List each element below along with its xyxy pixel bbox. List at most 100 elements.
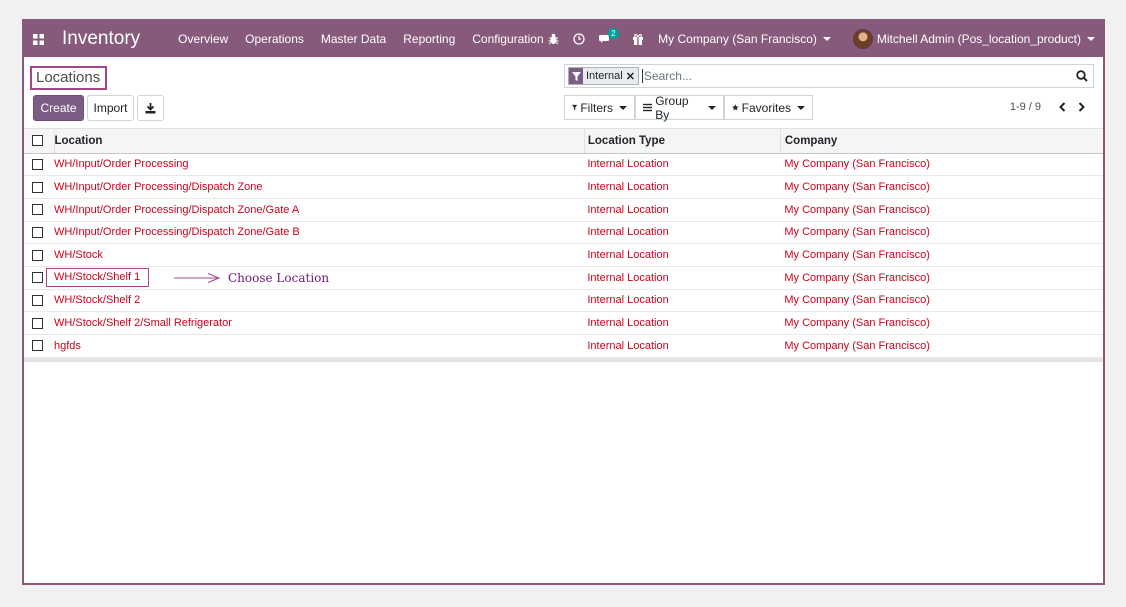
row-select-cell bbox=[24, 175, 54, 199]
company-cell[interactable]: My Company (San Francisco) bbox=[780, 221, 1103, 245]
table-row[interactable]: WH/Input/Order Processing Internal Locat… bbox=[24, 153, 1103, 177]
table-row[interactable]: WH/Input/Order Processing/Dispatch Zone/… bbox=[24, 198, 1103, 222]
create-button[interactable]: Create bbox=[33, 95, 84, 121]
type-cell[interactable]: Internal Location bbox=[584, 334, 781, 358]
chevron-down-icon bbox=[619, 105, 627, 110]
company-cell[interactable]: My Company (San Francisco) bbox=[780, 266, 1103, 290]
location-cell[interactable]: WH/Stock bbox=[54, 243, 585, 267]
type-cell[interactable]: Internal Location bbox=[584, 198, 781, 222]
type-cell[interactable]: Internal Location bbox=[584, 153, 781, 177]
company-cell[interactable]: My Company (San Francisco) bbox=[780, 153, 1103, 177]
search-icon[interactable] bbox=[1076, 69, 1088, 87]
company-cell[interactable]: My Company (San Francisco) bbox=[780, 289, 1103, 313]
favorites-label: Favorites bbox=[741, 100, 791, 115]
menu-configuration[interactable]: Configuration bbox=[472, 32, 543, 46]
type-cell[interactable]: Internal Location bbox=[584, 289, 781, 313]
column-company[interactable]: Company bbox=[779, 129, 1103, 154]
company-cell[interactable]: My Company (San Francisco) bbox=[780, 334, 1103, 358]
table-row[interactable]: WH/Input/Order Processing/Dispatch Zone … bbox=[24, 175, 1103, 199]
company-name: My Company (San Francisco) bbox=[658, 32, 817, 46]
systray: 2 My Company (San Francisco) Mitchell Ad… bbox=[548, 21, 1095, 57]
column-location-type[interactable]: Location Type bbox=[583, 129, 781, 154]
type-cell[interactable]: Internal Location bbox=[584, 311, 781, 335]
search-facet: Internal ✕ bbox=[568, 67, 639, 85]
highlighted-location[interactable]: WH/Stock/Shelf 1 bbox=[46, 268, 150, 288]
type-cell[interactable]: Internal Location bbox=[584, 175, 781, 199]
location-cell[interactable]: WH/Input/Order Processing/Dispatch Zone/… bbox=[54, 198, 585, 222]
menu-overview[interactable]: Overview bbox=[178, 32, 228, 46]
user-menu[interactable]: Mitchell Admin (Pos_location_product) bbox=[852, 29, 1095, 49]
chat-icon[interactable]: 2 bbox=[599, 27, 619, 45]
top-navbar: Inventory Overview Operations Master Dat… bbox=[24, 21, 1103, 57]
facet-label: Internal bbox=[586, 70, 623, 82]
row-select-cell bbox=[24, 289, 54, 313]
row-checkbox[interactable] bbox=[32, 317, 43, 329]
close-icon[interactable]: ✕ bbox=[626, 70, 638, 83]
select-all-cell bbox=[24, 129, 54, 154]
chevron-left-icon[interactable] bbox=[1059, 102, 1066, 112]
column-location[interactable]: Location bbox=[53, 129, 585, 154]
type-cell[interactable]: Internal Location bbox=[584, 266, 781, 290]
search-input[interactable] bbox=[641, 69, 1062, 83]
row-checkbox[interactable] bbox=[32, 249, 43, 261]
bug-icon[interactable] bbox=[548, 33, 559, 45]
apps-icon[interactable] bbox=[26, 21, 50, 57]
company-cell[interactable]: My Company (San Francisco) bbox=[780, 243, 1103, 267]
chevron-down-icon bbox=[797, 105, 805, 110]
star-icon bbox=[732, 104, 739, 111]
location-cell[interactable]: hgfds bbox=[54, 334, 585, 358]
location-cell[interactable]: WH/Input/Order Processing/Dispatch Zone bbox=[54, 175, 585, 199]
gift-icon[interactable] bbox=[632, 33, 644, 45]
row-select-cell bbox=[24, 334, 54, 358]
user-name: Mitchell Admin (Pos_location_product) bbox=[876, 32, 1081, 46]
company-cell[interactable]: My Company (San Francisco) bbox=[780, 198, 1103, 222]
download-icon bbox=[145, 102, 156, 113]
table-row[interactable]: WH/Stock/Shelf 2/Small Refrigerator Inte… bbox=[24, 311, 1103, 335]
row-checkbox[interactable] bbox=[32, 340, 43, 352]
filter-icon bbox=[572, 104, 578, 111]
annotation-text: Choose Location bbox=[228, 271, 330, 285]
row-checkbox[interactable] bbox=[32, 226, 43, 238]
filters-label: Filters bbox=[580, 100, 613, 115]
row-select-cell bbox=[24, 221, 54, 245]
table-row[interactable]: WH/Stock Internal Location My Company (S… bbox=[24, 243, 1103, 267]
filters-button[interactable]: Filters bbox=[564, 95, 635, 120]
chat-badge: 2 bbox=[608, 27, 619, 39]
row-checkbox[interactable] bbox=[32, 204, 43, 216]
import-button[interactable]: Import bbox=[87, 95, 134, 121]
type-cell[interactable]: Internal Location bbox=[584, 243, 781, 267]
company-cell[interactable]: My Company (San Francisco) bbox=[780, 311, 1103, 335]
menu-operations[interactable]: Operations bbox=[245, 32, 304, 46]
location-cell[interactable]: WH/Input/Order Processing/Dispatch Zone/… bbox=[54, 221, 585, 245]
pager-value[interactable]: 1-9 / 9 bbox=[1010, 101, 1041, 113]
favorites-button[interactable]: Favorites bbox=[724, 95, 813, 120]
clock-icon[interactable] bbox=[573, 33, 585, 45]
row-checkbox[interactable] bbox=[32, 158, 43, 170]
table-row[interactable]: WH/Input/Order Processing/Dispatch Zone/… bbox=[24, 221, 1103, 245]
page-title: Locations bbox=[36, 69, 101, 86]
type-cell[interactable]: Internal Location bbox=[584, 221, 781, 245]
select-all-checkbox[interactable] bbox=[32, 135, 43, 147]
list-icon bbox=[643, 103, 653, 112]
location-cell[interactable]: WH/Stock/Shelf 2 bbox=[54, 289, 585, 313]
location-cell[interactable]: WH/Stock/Shelf 2/Small Refrigerator bbox=[54, 311, 585, 335]
app-frame: Inventory Overview Operations Master Dat… bbox=[22, 19, 1105, 585]
table-row[interactable]: hgfds Internal Location My Company (San … bbox=[24, 334, 1103, 358]
row-checkbox[interactable] bbox=[32, 181, 43, 193]
row-checkbox[interactable] bbox=[32, 294, 43, 306]
app-title[interactable]: Inventory bbox=[62, 28, 140, 50]
location-cell[interactable]: WH/Input/Order Processing bbox=[54, 153, 585, 177]
chevron-down-icon bbox=[822, 37, 831, 41]
filter-icon bbox=[569, 68, 583, 84]
download-button[interactable] bbox=[137, 95, 164, 121]
company-cell[interactable]: My Company (San Francisco) bbox=[780, 175, 1103, 199]
chevron-right-icon[interactable] bbox=[1078, 102, 1085, 112]
table-row[interactable]: WH/Stock/Shelf 2 Internal Location My Co… bbox=[24, 289, 1103, 313]
row-checkbox[interactable] bbox=[32, 272, 43, 284]
company-switcher[interactable]: My Company (San Francisco) bbox=[658, 32, 831, 46]
locations-table: Location Location Type Company WH/Input/… bbox=[24, 129, 1103, 358]
menu-master-data[interactable]: Master Data bbox=[321, 32, 386, 46]
menu-reporting[interactable]: Reporting bbox=[403, 32, 455, 46]
group-by-button[interactable]: Group By bbox=[635, 94, 724, 122]
breadcrumb: Locations bbox=[30, 66, 108, 90]
